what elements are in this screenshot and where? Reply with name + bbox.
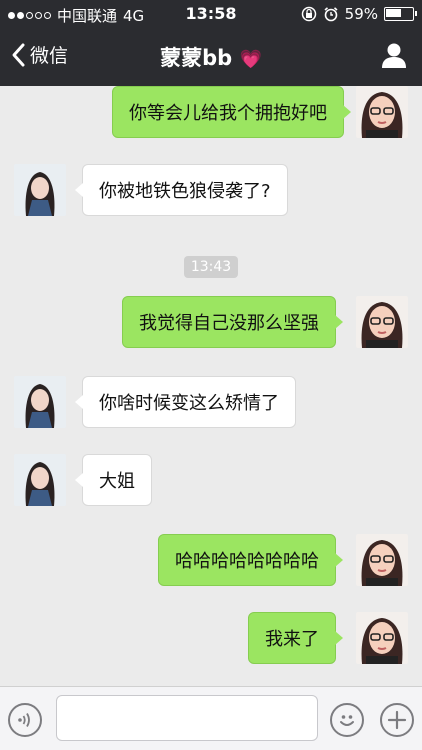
input-bar bbox=[0, 686, 422, 750]
person-icon bbox=[382, 43, 406, 68]
contact-photo bbox=[14, 164, 66, 216]
status-bar: 中国联通 4G 13:58 59% bbox=[0, 0, 422, 28]
contact-avatar[interactable] bbox=[14, 454, 66, 506]
message-bubble-outgoing[interactable]: 你等会儿给我个拥抱好吧 bbox=[112, 86, 351, 138]
user-photo bbox=[356, 296, 408, 348]
contact-photo bbox=[14, 454, 66, 506]
voice-button[interactable] bbox=[8, 703, 42, 737]
emoji-button[interactable] bbox=[330, 703, 364, 737]
more-button[interactable] bbox=[380, 703, 414, 737]
message-bubble-outgoing[interactable]: 我来了 bbox=[248, 612, 343, 664]
heart-emoji: 💗 bbox=[239, 49, 262, 70]
contact-photo bbox=[14, 376, 66, 428]
user-photo bbox=[356, 86, 408, 138]
message-bubble-incoming[interactable]: 大姐 bbox=[75, 454, 152, 506]
plus-icon bbox=[387, 710, 407, 730]
contact-name: 蒙蒙bb bbox=[160, 46, 233, 70]
voice-icon bbox=[18, 713, 30, 727]
status-right: 59% bbox=[301, 5, 417, 23]
orientation-lock-icon bbox=[301, 6, 316, 22]
my-avatar[interactable] bbox=[356, 534, 408, 586]
user-photo bbox=[356, 612, 408, 664]
message-input[interactable] bbox=[56, 695, 318, 741]
chat-title: 蒙蒙bb 💗 bbox=[0, 42, 422, 72]
user-photo bbox=[356, 534, 408, 586]
nav-bar: 微信 蒙蒙bb 💗 bbox=[0, 28, 422, 86]
chat-area[interactable]: 你等会儿给我个拥抱好吧 你被地铁色狼侵袭了? 13:43 我觉得自己没那么坚强 bbox=[0, 86, 422, 686]
message-bubble-outgoing[interactable]: 我觉得自己没那么坚强 bbox=[122, 296, 343, 348]
alarm-icon bbox=[324, 7, 338, 22]
profile-button[interactable] bbox=[380, 41, 408, 73]
battery-percent: 59% bbox=[344, 5, 378, 23]
my-avatar[interactable] bbox=[356, 612, 408, 664]
app-header: 中国联通 4G 13:58 59% 微信 蒙蒙bb 💗 bbox=[0, 0, 422, 86]
emoji-icon bbox=[340, 715, 354, 726]
my-avatar[interactable] bbox=[356, 86, 408, 138]
contact-avatar[interactable] bbox=[14, 376, 66, 428]
my-avatar[interactable] bbox=[356, 296, 408, 348]
message-bubble-outgoing[interactable]: 哈哈哈哈哈哈哈哈 bbox=[158, 534, 343, 586]
message-bubble-incoming[interactable]: 你被地铁色狼侵袭了? bbox=[75, 164, 288, 216]
battery-icon bbox=[384, 7, 417, 21]
message-bubble-incoming[interactable]: 你啥时候变这么矫情了 bbox=[75, 376, 296, 428]
timestamp-pill: 13:43 bbox=[184, 256, 238, 278]
contact-avatar[interactable] bbox=[14, 164, 66, 216]
